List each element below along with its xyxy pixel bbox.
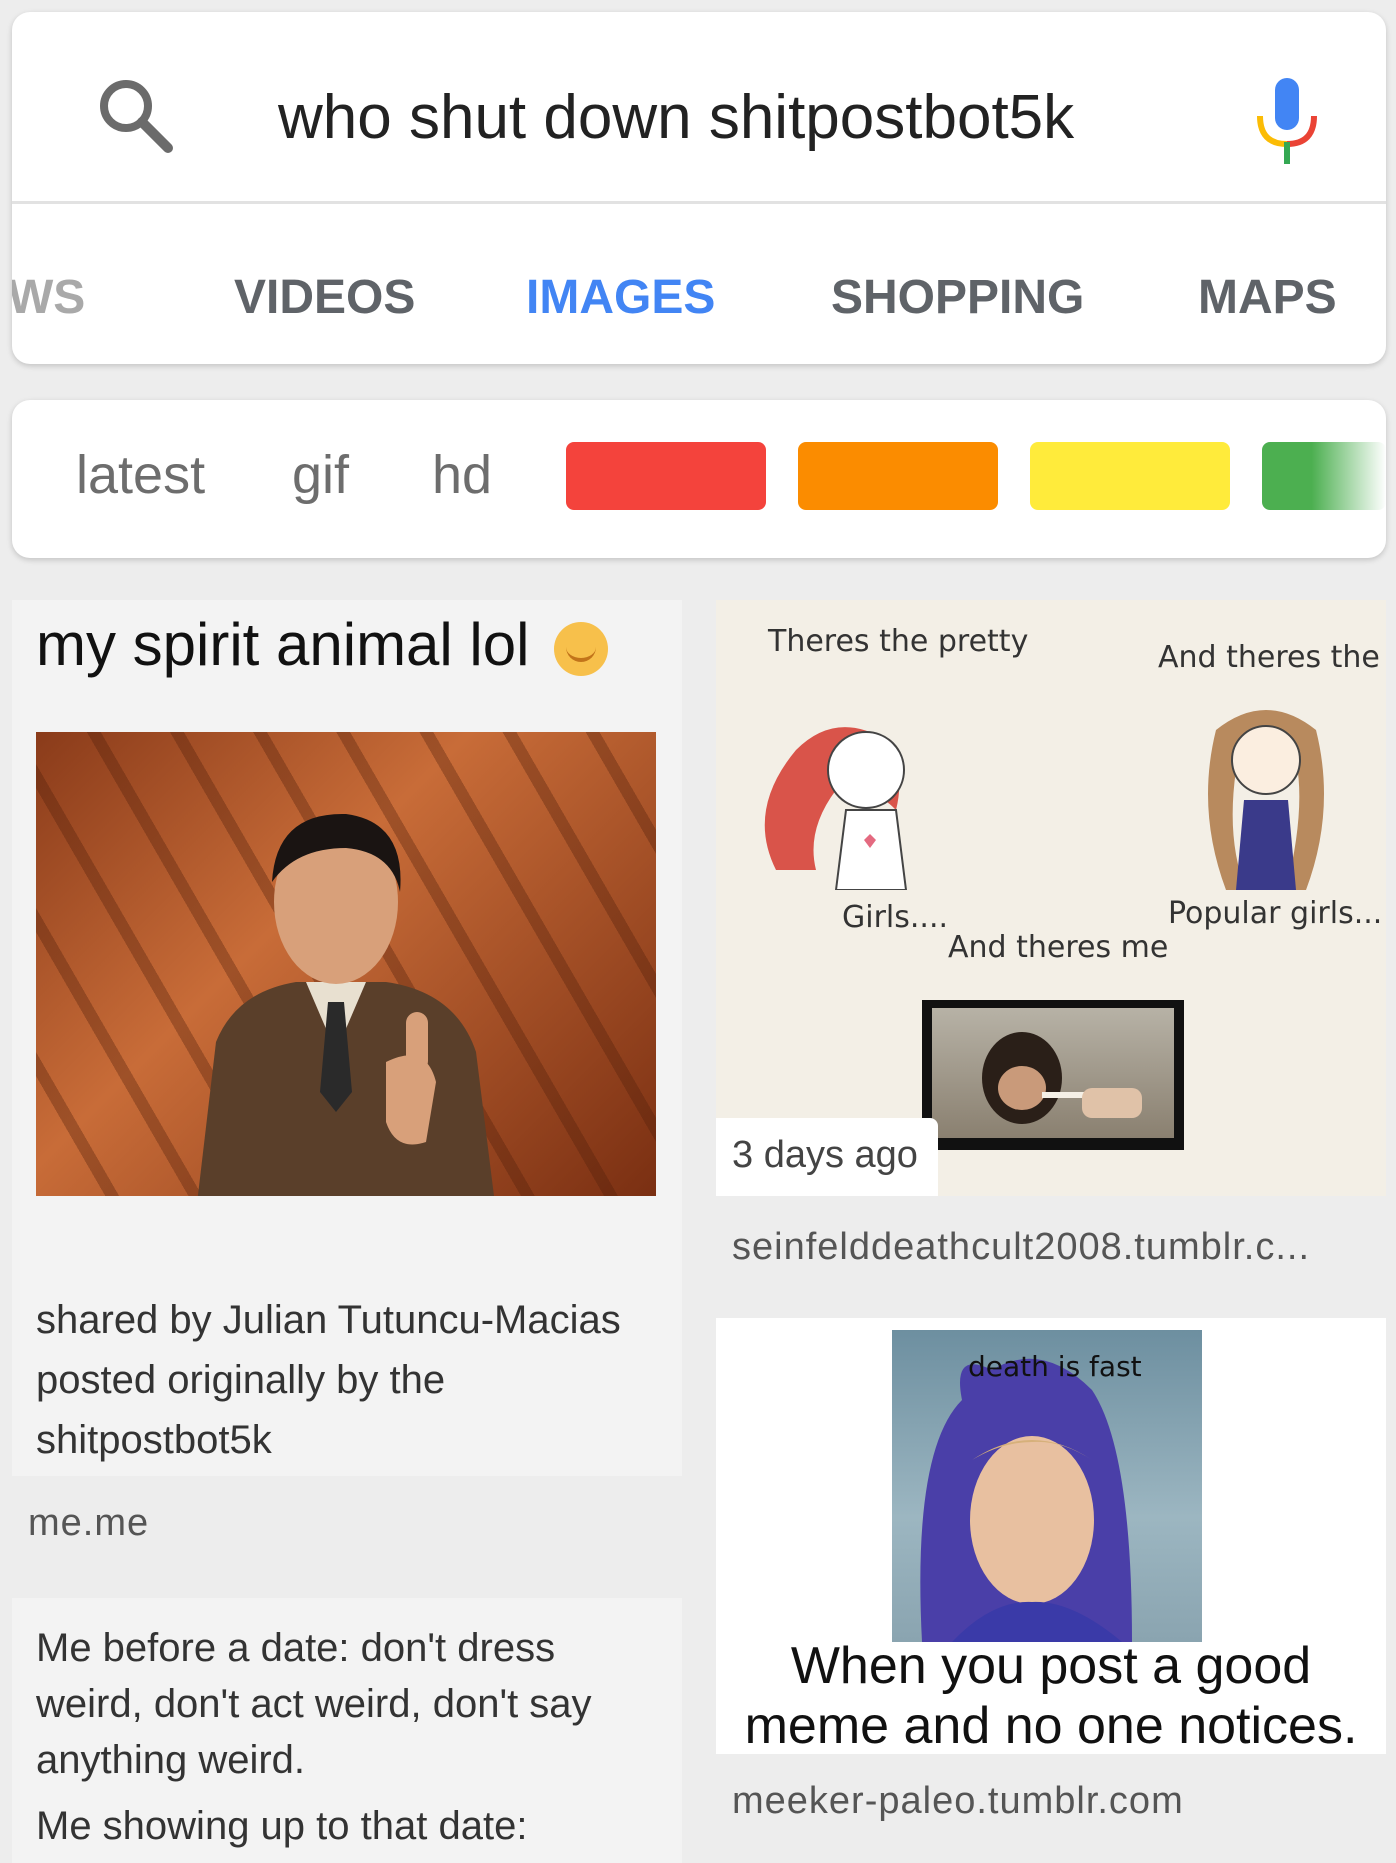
filter-chip-latest[interactable]: latest [76, 444, 205, 506]
comic-text: Popular girls... [1168, 896, 1383, 931]
tab-maps[interactable]: MAPS [1198, 270, 1337, 325]
image-caption: my spirit animal lol [36, 610, 609, 679]
result-source-link[interactable]: me.me [28, 1502, 149, 1545]
color-filter-yellow[interactable] [1030, 442, 1230, 510]
color-filter-orange[interactable] [798, 442, 998, 510]
search-tabs: WS VIDEOS IMAGES SHOPPING MAPS [12, 208, 1386, 364]
meme-text: Me showing up to that date: [36, 1804, 528, 1848]
cartoon-girl-brown-hair [1208, 710, 1324, 890]
microphone-icon[interactable] [1254, 78, 1320, 164]
filter-chip-hd[interactable]: hd [432, 444, 492, 506]
comic-text: Girls.... [842, 900, 949, 935]
image-result-3[interactable]: death is fast When you post a good meme … [716, 1318, 1386, 1754]
photo-caption: death is fast [968, 1350, 1142, 1383]
result-timestamp: 3 days ago [716, 1118, 938, 1196]
search-bar[interactable]: who shut down shitpostbot5k [12, 12, 1386, 204]
filter-chip-gif[interactable]: gif [292, 444, 349, 506]
tab-videos[interactable]: VIDEOS [234, 270, 415, 325]
filter-bar: latest gif hd [12, 400, 1386, 558]
chimp-photo [922, 1000, 1184, 1150]
search-card: who shut down shitpostbot5k WS VIDEOS IM… [12, 12, 1386, 364]
color-filter-red[interactable] [566, 442, 766, 510]
hooded-boy-photo: death is fast [892, 1330, 1202, 1642]
search-input[interactable]: who shut down shitpostbot5k [278, 82, 1074, 153]
tab-news[interactable]: WS [12, 270, 85, 325]
man-thumbs-up-photo [197, 813, 494, 1196]
result-description: shared by Julian Tutuncu-Macias posted o… [36, 1298, 621, 1462]
image-caption-text: my spirit animal lol [36, 611, 530, 678]
tab-shopping[interactable]: SHOPPING [831, 270, 1084, 325]
image-caption: When you post a good meme and no one not… [744, 1637, 1358, 1754]
comic-text: Theres the pretty [768, 624, 1029, 659]
image-result-2[interactable]: Theres the pretty And theres the Girls..… [716, 600, 1386, 1196]
color-filter-green[interactable] [1262, 442, 1386, 510]
comic-text: And theres me [948, 930, 1169, 965]
comic-text: And theres the [1158, 640, 1380, 675]
result-source-link[interactable]: meeker-paleo.tumblr.com [732, 1780, 1184, 1823]
meme-text: Me before a date: don't dress weird, don… [36, 1626, 592, 1782]
image-result-1[interactable]: my spirit animal lol shared by Julian Tu… [12, 600, 682, 1476]
search-icon[interactable] [96, 76, 174, 154]
image-result-4[interactable]: Me before a date: don't dress weird, don… [12, 1598, 682, 1863]
result-source-link[interactable]: seinfelddeathcult2008.tumblr.c... [732, 1226, 1310, 1269]
cartoon-girl-red-hair [764, 727, 908, 890]
result-thumbnail-photo [36, 732, 656, 1196]
tab-images[interactable]: IMAGES [526, 270, 715, 325]
smiling-face-icon [554, 622, 609, 677]
